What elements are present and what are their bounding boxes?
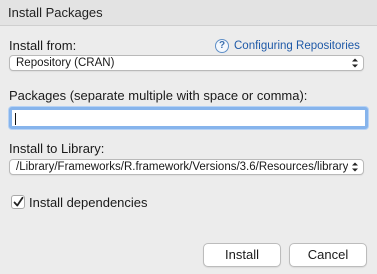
install-from-selected-value: Repository (CRAN): [16, 57, 115, 69]
dialog-titlebar: Install Packages: [0, 0, 377, 26]
install-from-select[interactable]: Repository (CRAN): [9, 55, 364, 71]
install-dependencies-label[interactable]: Install dependencies: [29, 195, 148, 210]
packages-label: Packages (separate multiple with space o…: [9, 88, 308, 103]
install-to-library-select[interactable]: /Library/Frameworks/R.framework/Versions…: [9, 159, 364, 175]
install-to-library-label: Install to Library:: [9, 141, 105, 156]
packages-input[interactable]: [9, 107, 368, 129]
configuring-repositories-link[interactable]: Configuring Repositories: [234, 40, 360, 52]
install-to-library-selected-value: /Library/Frameworks/R.framework/Versions…: [16, 161, 348, 173]
install-dependencies-checkbox[interactable]: [11, 195, 25, 209]
select-arrows-icon: [352, 58, 358, 68]
dialog-title: Install Packages: [8, 5, 103, 20]
cancel-button[interactable]: Cancel: [289, 243, 367, 267]
install-from-label: Install from:: [9, 38, 77, 53]
checkmark-icon: [13, 196, 24, 207]
help-icon[interactable]: ?: [215, 39, 229, 53]
install-button[interactable]: Install: [203, 243, 281, 267]
select-arrows-icon: [352, 162, 358, 172]
configuring-repositories-help[interactable]: ? Configuring Repositories: [215, 38, 360, 54]
text-caret: [15, 113, 16, 125]
